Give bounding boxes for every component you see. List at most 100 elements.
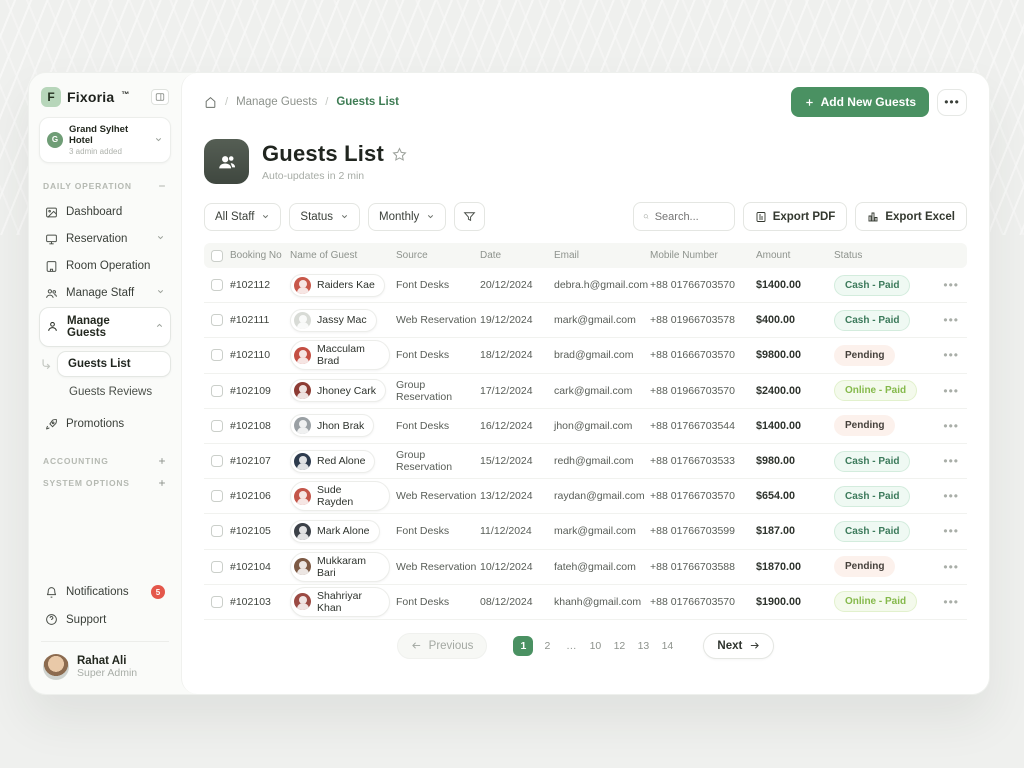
mobile-number: +88 01766703570 xyxy=(650,279,735,292)
table-row[interactable]: #102107 Red Alone Group Reservation 15/1… xyxy=(204,444,967,480)
sidebar-item-guests-list[interactable]: Guests List xyxy=(57,350,171,377)
sidebar-item-guests-reviews[interactable]: Guests Reviews xyxy=(39,379,171,405)
table-row[interactable]: #102105 Mark Alone Font Desks 11/12/2024… xyxy=(204,514,967,550)
date: 15/12/2024 xyxy=(480,455,533,468)
select-all-checkbox[interactable] xyxy=(211,249,223,262)
page-number[interactable]: 12 xyxy=(609,636,629,656)
page-number[interactable]: 1 xyxy=(513,635,534,656)
page-number[interactable]: 2 xyxy=(537,636,557,656)
table-row[interactable]: #102110 Macculam Brad Font Desks 18/12/2… xyxy=(204,338,967,374)
table-row[interactable]: #102111 Jassy Mac Web Reservation 19/12/… xyxy=(204,303,967,339)
staff-filter-dropdown[interactable]: All Staff xyxy=(204,202,282,231)
row-checkbox[interactable] xyxy=(211,595,223,608)
star-icon[interactable] xyxy=(392,146,407,162)
guest-name-pill: Red Alone xyxy=(290,449,376,473)
mobile-number: +88 01966703570 xyxy=(650,384,735,397)
page-number[interactable]: … xyxy=(561,636,581,656)
table-row[interactable]: #102106 Sude Rayden Web Reservation 13/1… xyxy=(204,479,967,515)
mobile-number: +88 01766703599 xyxy=(650,525,735,538)
page-number[interactable]: 13 xyxy=(633,636,653,656)
notification-badge: 5 xyxy=(151,585,165,599)
search-icon xyxy=(643,214,649,219)
row-more-button[interactable]: ••• xyxy=(932,489,967,503)
row-checkbox[interactable] xyxy=(211,349,223,362)
sidebar-item-dashboard[interactable]: Dashboard xyxy=(39,199,171,226)
search-input-wrapper[interactable] xyxy=(632,202,735,231)
row-checkbox[interactable] xyxy=(211,560,223,573)
breadcrumb: / Manage Guests / Guests List Add New Gu… xyxy=(182,73,989,125)
row-checkbox[interactable] xyxy=(211,384,223,397)
search-input[interactable] xyxy=(654,210,725,223)
export-pdf-button[interactable]: Export PDF xyxy=(742,202,848,231)
table-row[interactable]: #102103 Shahriyar Khan Font Desks 08/12/… xyxy=(204,585,967,620)
row-checkbox[interactable] xyxy=(211,314,223,327)
sidebar: F Fixoria ™ G Grand Sylhet Hotel 3 admin… xyxy=(29,73,181,694)
email: jhon@gmail.com xyxy=(554,419,633,432)
guest-name: Shahriyar Khan xyxy=(317,589,362,614)
status-filter-dropdown[interactable]: Status xyxy=(289,202,361,231)
row-checkbox[interactable] xyxy=(211,279,223,292)
avatar xyxy=(294,487,311,505)
user-profile[interactable]: Rahat Ali Super Admin xyxy=(39,650,171,680)
row-more-button[interactable]: ••• xyxy=(932,560,967,574)
table-row[interactable]: #102104 Mukkaram Bari Web Reservation 10… xyxy=(204,550,967,585)
row-checkbox[interactable] xyxy=(211,419,223,432)
email: cark@gmail.com xyxy=(554,384,633,397)
row-more-button[interactable]: ••• xyxy=(932,595,967,609)
add-new-guests-button[interactable]: Add New Guests xyxy=(790,87,929,117)
page-subtitle: Auto-updates in 2 min xyxy=(262,170,365,182)
previous-page-button[interactable]: Previous xyxy=(396,632,488,659)
source: Font Desks xyxy=(396,595,450,608)
source: Font Desks xyxy=(396,279,450,292)
sidebar-item-manage-guests[interactable]: Manage Guests xyxy=(39,306,171,347)
home-icon[interactable] xyxy=(204,96,217,109)
amount: $187.00 xyxy=(756,525,796,538)
table-row[interactable]: #102109 Jhoney Cark Group Reservation 17… xyxy=(204,374,967,409)
source: Web Reservation xyxy=(396,314,477,327)
row-more-button[interactable]: ••• xyxy=(932,454,967,468)
row-more-button[interactable]: ••• xyxy=(932,524,967,538)
sidebar-item-support[interactable]: Support xyxy=(39,606,171,633)
divider xyxy=(41,641,169,642)
sidebar-item-reservation[interactable]: Reservation xyxy=(39,226,171,253)
status-badge: Online - Paid xyxy=(834,380,918,402)
date: 10/12/2024 xyxy=(480,560,533,573)
breadcrumb-manage-guests[interactable]: Manage Guests xyxy=(236,96,317,108)
row-more-button[interactable]: ••• xyxy=(932,278,967,292)
header-more-button[interactable]: ••• xyxy=(937,88,967,116)
sidebar-item-room-operation[interactable]: Room Operation xyxy=(39,253,171,280)
sidebar-item-manage-staff[interactable]: Manage Staff xyxy=(39,280,171,307)
status-badge: Pending xyxy=(834,344,896,366)
guest-name: Red Alone xyxy=(317,455,366,468)
avatar xyxy=(294,522,311,540)
chevron-down-icon xyxy=(428,215,434,219)
sidebar-item-notifications[interactable]: Notifications 5 xyxy=(39,578,171,606)
plus-icon xyxy=(805,98,813,106)
next-page-button[interactable]: Next xyxy=(703,632,775,659)
row-more-button[interactable]: ••• xyxy=(932,313,967,327)
row-more-button[interactable]: ••• xyxy=(932,419,967,433)
bell-icon xyxy=(46,586,57,598)
page-number[interactable]: 10 xyxy=(585,636,605,656)
row-checkbox[interactable] xyxy=(211,490,223,503)
table-row[interactable]: #102112 Raiders Kae Font Desks 20/12/202… xyxy=(204,268,967,304)
sidebar-collapse-icon[interactable] xyxy=(151,89,169,105)
hotel-switcher[interactable]: G Grand Sylhet Hotel 3 admin added xyxy=(39,117,171,163)
avatar xyxy=(294,593,311,611)
breadcrumb-guests-list[interactable]: Guests List xyxy=(336,96,399,108)
guests-icon xyxy=(204,139,249,184)
row-checkbox[interactable] xyxy=(211,525,223,538)
page-number[interactable]: 14 xyxy=(657,636,677,656)
filter-funnel-button[interactable] xyxy=(454,202,486,231)
row-checkbox[interactable] xyxy=(211,455,223,468)
hotel-avatar: G xyxy=(47,131,63,148)
period-filter-dropdown[interactable]: Monthly xyxy=(368,202,447,231)
email: khanh@gmail.com xyxy=(554,595,642,608)
table-row[interactable]: #102108 Jhon Brak Font Desks 16/12/2024 … xyxy=(204,409,967,444)
row-more-button[interactable]: ••• xyxy=(932,384,967,398)
section-daily-operation: DAILY OPERATION xyxy=(39,177,171,199)
sidebar-item-promotions[interactable]: Promotions xyxy=(39,411,171,438)
row-more-button[interactable]: ••• xyxy=(932,348,967,362)
export-excel-button[interactable]: Export Excel xyxy=(855,202,967,231)
mobile-number: +88 01766703570 xyxy=(650,595,735,608)
